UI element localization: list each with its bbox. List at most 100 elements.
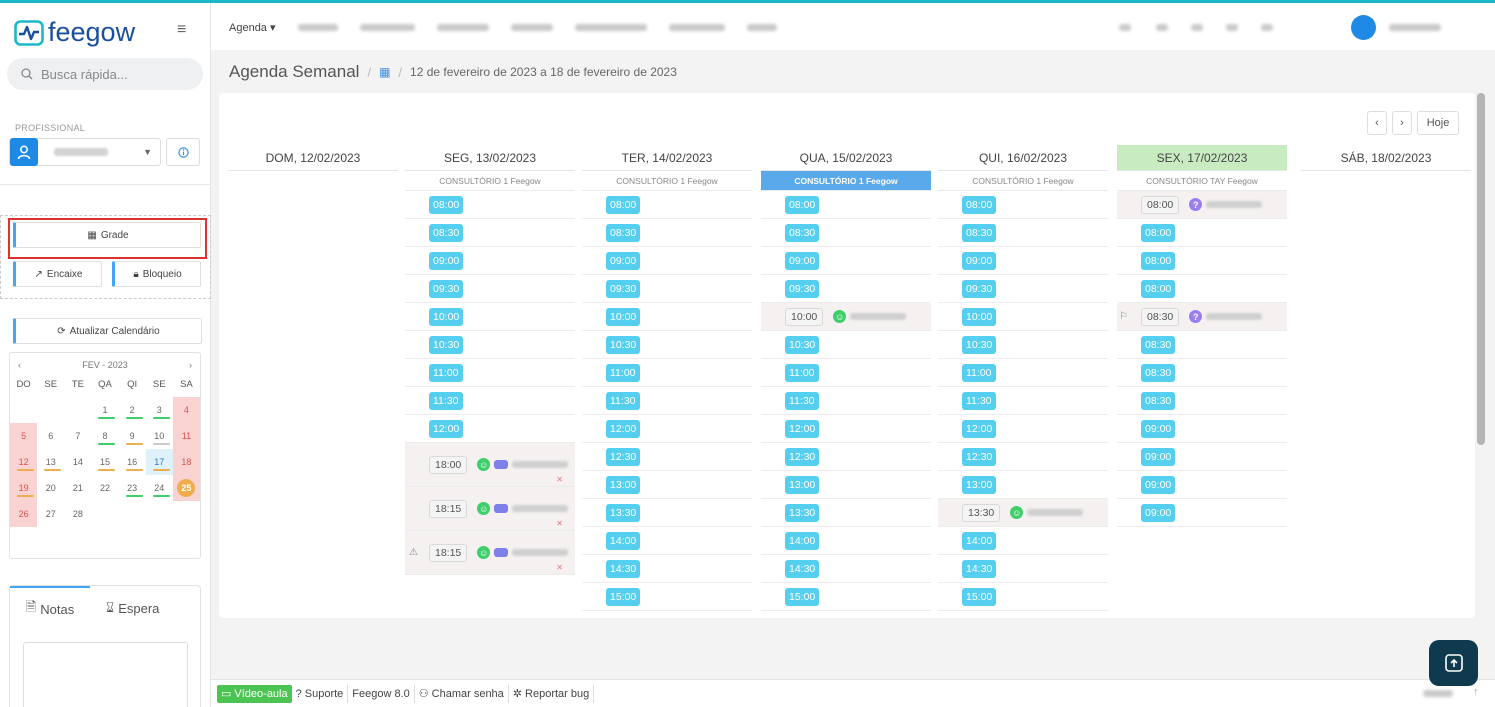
user-name-redacted[interactable] — [1389, 24, 1441, 31]
slot-time[interactable]: 08:30 — [1141, 307, 1180, 326]
toolbar-icon[interactable] — [1226, 24, 1238, 31]
time-slot[interactable]: 08:00 — [761, 191, 931, 219]
toolbar-icon[interactable] — [1156, 24, 1168, 31]
slot-time[interactable]: 11:30 — [429, 391, 463, 410]
time-slot[interactable]: 10:30 — [938, 331, 1108, 359]
time-slot[interactable]: 12:00 — [938, 415, 1108, 443]
time-slot[interactable]: 12:30 — [938, 443, 1108, 471]
time-slot[interactable]: 15:00 — [582, 583, 752, 611]
cancel-icon[interactable]: ✕ — [556, 563, 563, 572]
calendar-day[interactable]: 19 — [10, 475, 38, 501]
calendar-day[interactable]: 2 — [119, 397, 146, 423]
slot-time[interactable]: 18:15 — [429, 499, 468, 518]
slot-time[interactable]: 12:00 — [606, 419, 641, 438]
slot-time[interactable]: 11:00 — [606, 363, 640, 382]
time-slot[interactable]: 13:30 — [761, 499, 931, 527]
room-header[interactable]: CONSULTÓRIO 1 Feegow — [405, 171, 575, 191]
slot-time[interactable]: 09:00 — [1141, 475, 1176, 494]
time-slot[interactable]: 08:30 — [938, 219, 1108, 247]
calendar-day[interactable]: 21 — [64, 475, 91, 501]
slot-time[interactable]: 14:30 — [785, 559, 820, 578]
nav-item-redacted[interactable] — [436, 24, 489, 31]
tab-waiting[interactable]: ⌛︎ Espera — [106, 586, 159, 630]
slot-time[interactable]: 14:00 — [606, 531, 641, 550]
time-slot[interactable]: 09:30 — [405, 275, 575, 303]
next-month-icon[interactable]: › — [189, 360, 192, 370]
slot-time[interactable]: 09:00 — [606, 251, 641, 270]
slot-time[interactable]: 14:30 — [606, 559, 641, 578]
appointment-row[interactable]: 08:00? — [1117, 191, 1287, 219]
time-slot[interactable]: 10:30 — [405, 331, 575, 359]
slot-time[interactable]: 12:30 — [962, 447, 997, 466]
time-slot[interactable]: 08:30 — [1117, 359, 1287, 387]
time-slot[interactable]: 10:00 — [582, 303, 752, 331]
video-lesson-button[interactable]: ▭ Vídeo-aula — [217, 684, 292, 703]
time-slot[interactable]: 10:00 — [405, 303, 575, 331]
time-slot[interactable]: 15:00 — [938, 583, 1108, 611]
slot-time[interactable]: 10:00 — [785, 307, 824, 326]
bloqueio-button[interactable]: 🔒︎ Bloqueio — [112, 261, 201, 287]
nav-item-redacted[interactable] — [668, 24, 725, 31]
calendar-day[interactable]: 15 — [91, 449, 118, 475]
time-slot[interactable]: 09:00 — [938, 247, 1108, 275]
slot-time[interactable]: 09:30 — [606, 279, 641, 298]
next-week-button[interactable]: › — [1392, 111, 1412, 135]
calendar-day[interactable]: 12 — [10, 449, 38, 475]
menu-toggle-icon[interactable]: ≡ — [177, 21, 186, 39]
calendar-day[interactable]: 20 — [37, 475, 64, 501]
slot-time[interactable]: 10:30 — [606, 335, 641, 354]
time-slot[interactable]: 09:00 — [1117, 443, 1287, 471]
time-slot[interactable]: 08:00 — [1117, 247, 1287, 275]
time-slot[interactable]: 11:30 — [938, 387, 1108, 415]
slot-time[interactable]: 11:00 — [785, 363, 819, 382]
time-slot[interactable]: 11:30 — [761, 387, 931, 415]
time-slot[interactable]: 13:00 — [582, 471, 752, 499]
calendar-day[interactable]: 1 — [91, 397, 118, 423]
calendar-day[interactable]: 25 — [172, 475, 200, 501]
time-slot[interactable]: 09:00 — [1117, 471, 1287, 499]
calendar-day[interactable]: 17 — [145, 449, 173, 475]
time-slot[interactable]: 09:30 — [761, 275, 931, 303]
time-slot[interactable]: 11:30 — [582, 387, 752, 415]
logo[interactable]: feegow — [14, 17, 135, 48]
slot-time[interactable]: 15:00 — [962, 587, 997, 606]
time-slot[interactable]: 12:30 — [582, 443, 752, 471]
slot-time[interactable]: 08:00 — [1141, 223, 1176, 242]
slot-time[interactable]: 08:00 — [962, 195, 997, 214]
time-slot[interactable]: 09:00 — [1117, 415, 1287, 443]
refresh-calendar-button[interactable]: ⟳ Atualizar Calendário — [13, 318, 202, 344]
slot-time[interactable]: 09:30 — [429, 279, 464, 298]
support-link[interactable]: ? Suporte — [292, 684, 349, 703]
time-slot[interactable]: 09:30 — [582, 275, 752, 303]
toolbar-icon[interactable] — [1261, 24, 1273, 31]
slot-time[interactable]: 15:00 — [606, 587, 641, 606]
slot-time[interactable]: 08:00 — [429, 195, 464, 214]
appointment-row[interactable]: ⚠ 18:15 ☺ ✕ — [405, 531, 575, 575]
slot-time[interactable]: 08:30 — [785, 223, 820, 242]
slot-time[interactable]: 08:30 — [606, 223, 641, 242]
room-header[interactable]: CONSULTÓRIO TAY Feegow — [1117, 171, 1287, 191]
time-slot[interactable]: 12:30 — [761, 443, 931, 471]
time-slot[interactable]: 13:30 — [582, 499, 752, 527]
today-button[interactable]: Hoje — [1417, 111, 1459, 135]
time-slot[interactable]: 08:00 — [405, 191, 575, 219]
slot-time[interactable]: 12:00 — [785, 419, 820, 438]
time-slot[interactable]: 12:00 — [582, 415, 752, 443]
calendar-day[interactable]: 11 — [172, 423, 200, 449]
time-slot[interactable]: 09:00 — [582, 247, 752, 275]
tab-notes[interactable]: 🗎︎ Notas — [10, 586, 90, 630]
time-slot[interactable]: 09:30 — [938, 275, 1108, 303]
slot-time[interactable]: 11:30 — [785, 391, 819, 410]
calendar-day[interactable]: 22 — [91, 475, 118, 501]
slot-time[interactable]: 08:30 — [1141, 363, 1176, 382]
slot-time[interactable]: 18:15 — [429, 543, 468, 562]
time-slot[interactable]: 10:30 — [761, 331, 931, 359]
calendar-day[interactable]: 14 — [64, 449, 91, 475]
slot-time[interactable]: 08:30 — [1141, 335, 1176, 354]
calendar-day[interactable]: 6 — [37, 423, 64, 449]
time-slot[interactable]: 14:30 — [938, 555, 1108, 583]
nav-agenda[interactable]: Agenda ▾ — [229, 21, 276, 34]
slot-time[interactable]: 13:00 — [606, 475, 641, 494]
time-slot[interactable]: 13:00 — [761, 471, 931, 499]
calendar-day[interactable]: 23 — [119, 475, 146, 501]
